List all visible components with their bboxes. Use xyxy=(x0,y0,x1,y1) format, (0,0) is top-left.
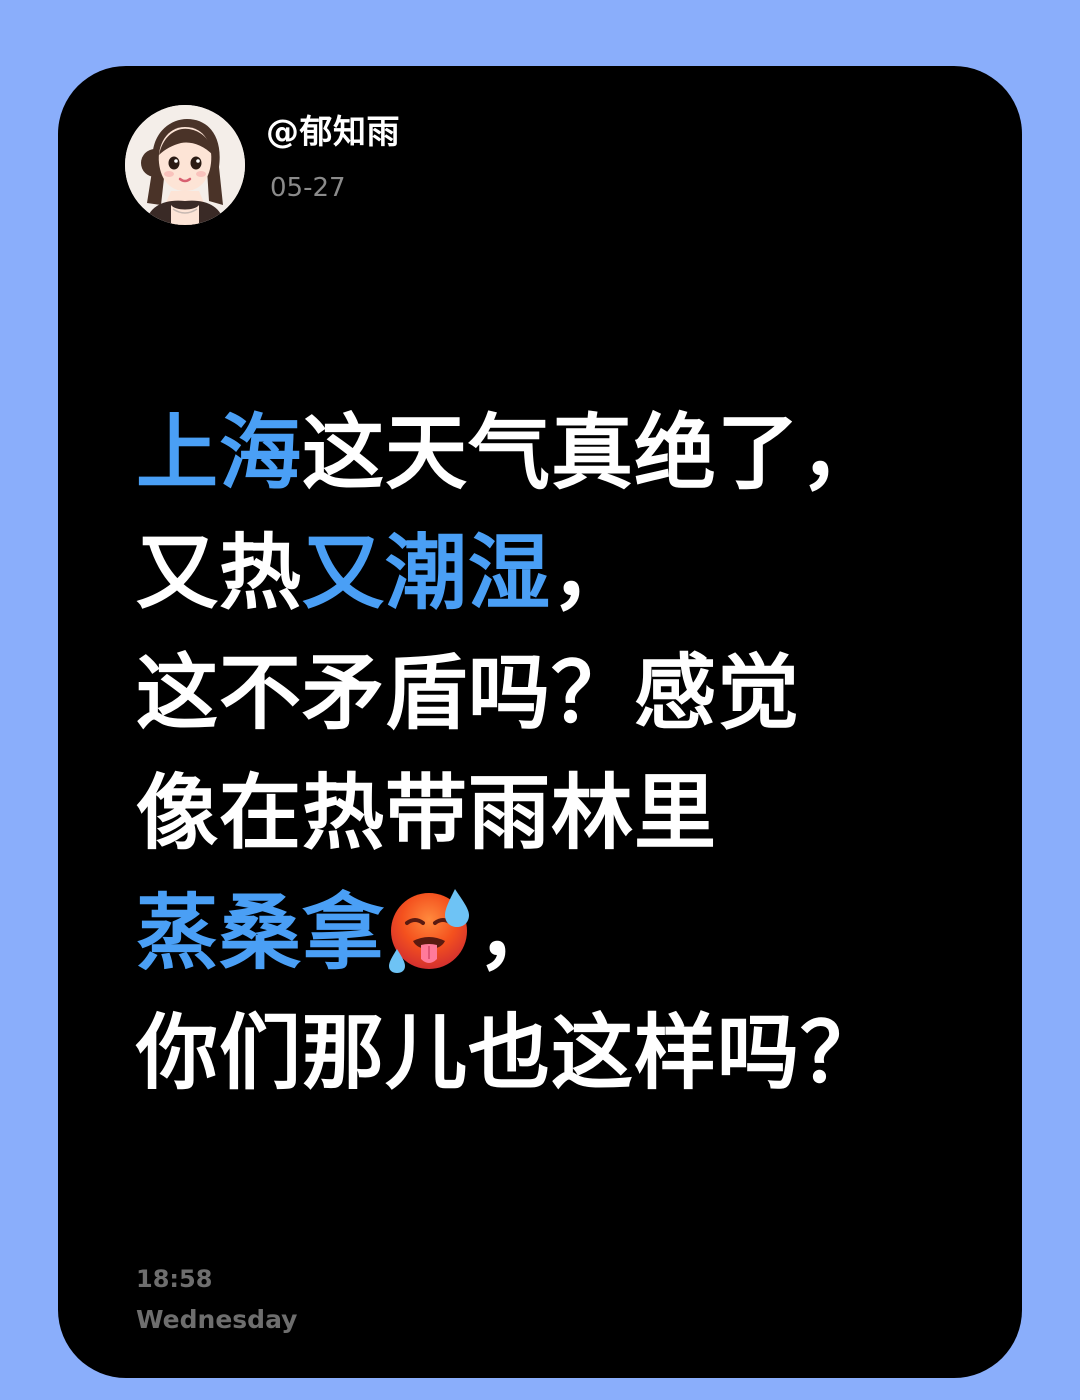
post-text: 你们那儿也这样吗？ xyxy=(136,1006,884,1101)
girl-portrait-avatar-icon xyxy=(125,105,245,225)
clock-time: 18:58 xyxy=(136,1265,213,1293)
post-line: 又热又潮湿， xyxy=(136,514,956,634)
author-name[interactable]: @郁知雨 xyxy=(266,112,400,152)
author-avatar[interactable] xyxy=(125,105,245,225)
post-text: ， xyxy=(551,526,635,621)
post-content: 上海这天气真绝了， 又热又潮湿， 这不矛盾吗？感觉 像在热带雨林里 蒸桑拿 ，你们那儿也… xyxy=(136,394,956,1114)
highlighted-text: 蒸桑拿 xyxy=(136,886,386,981)
post-line: 像在热带雨林里 xyxy=(136,754,956,874)
post-date: 05-27 xyxy=(270,173,346,203)
post-text: 这不矛盾吗？感觉 xyxy=(136,646,801,741)
post-text: ， xyxy=(477,886,561,981)
post-line: 蒸桑拿 ， xyxy=(136,874,956,994)
post-card: @郁知雨 05-27 上海这天气真绝了， 又热又潮湿， 这不矛盾吗？感觉 像在热带雨林… xyxy=(58,66,1022,1378)
post-text: 这天气真绝了， xyxy=(302,406,884,501)
highlighted-text: 又潮湿 xyxy=(302,526,552,621)
hot-face-sweat-icon xyxy=(385,883,477,975)
highlighted-text: 上海 xyxy=(136,406,303,501)
post-text: 又热 xyxy=(136,526,303,621)
post-text: 像在热带雨林里 xyxy=(136,766,718,861)
post-line: 上海这天气真绝了， xyxy=(136,394,956,514)
post-line: 你们那儿也这样吗？ xyxy=(136,994,956,1114)
clock-weekday: Wednesday xyxy=(136,1305,298,1334)
post-line: 这不矛盾吗？感觉 xyxy=(136,634,956,754)
